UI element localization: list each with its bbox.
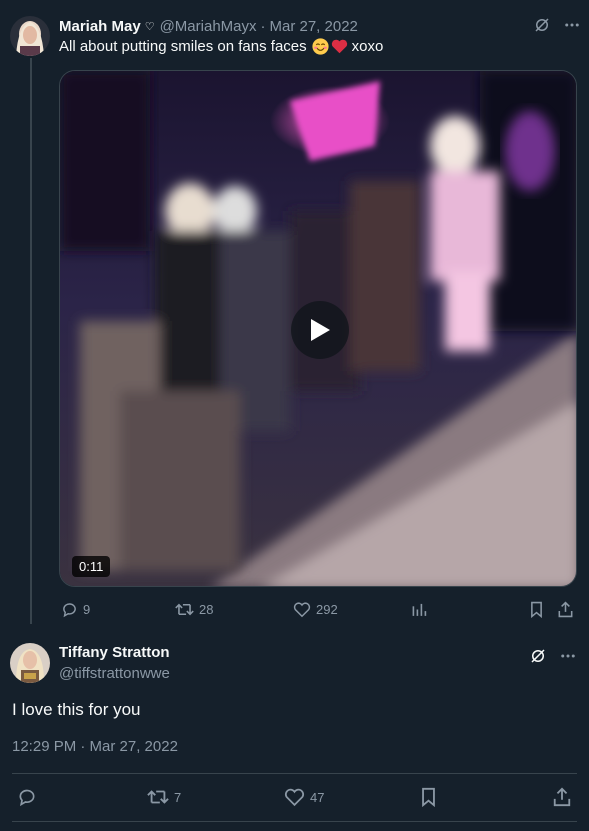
tiffany-avatar[interactable] <box>10 643 50 683</box>
play-icon <box>311 319 330 341</box>
main-like-action[interactable]: 47 <box>284 787 324 807</box>
bookmark-icon <box>422 787 435 807</box>
parent-top-icons <box>533 16 581 34</box>
main-author-name[interactable]: Tiffany Stratton <box>59 644 170 661</box>
views-icon <box>412 603 427 616</box>
parent-tweet-header: Mariah May ♡ @MariahMayx · Mar 27, 2022 <box>59 16 358 36</box>
views-action[interactable] <box>411 601 427 618</box>
tweet-text-suffix: xoxo <box>351 38 384 55</box>
more-icon[interactable] <box>563 16 581 34</box>
separator-dot: · <box>260 17 266 35</box>
share-icon <box>553 787 571 807</box>
main-like-count: 47 <box>310 789 325 805</box>
author-name[interactable]: Mariah May <box>59 18 141 35</box>
heart-icon <box>293 602 311 618</box>
reply-icon <box>19 789 35 807</box>
author-handle[interactable]: @MariahMayx <box>160 18 257 35</box>
play-button[interactable] <box>291 301 349 359</box>
retweet-action[interactable]: 28 <box>175 601 213 618</box>
mariah-avatar[interactable] <box>10 16 50 56</box>
reply-action[interactable]: 9 <box>61 601 90 618</box>
video-player[interactable] <box>59 70 577 587</box>
grok-icon[interactable] <box>533 16 551 34</box>
video-duration-badge: 0:11 <box>72 556 111 577</box>
main-retweet-action[interactable]: 7 <box>147 787 181 807</box>
smiling-face-icon <box>312 38 329 55</box>
divider <box>12 773 577 774</box>
tweet-date[interactable]: Mar 27, 2022 <box>270 18 358 35</box>
red-heart-icon <box>331 38 348 55</box>
main-author-handle[interactable]: @tiffstrattonwwe <box>59 665 170 682</box>
like-count: 292 <box>316 602 338 617</box>
share-icon <box>558 601 573 618</box>
divider <box>12 821 577 822</box>
grok-icon[interactable] <box>529 647 547 665</box>
bookmark-icon <box>531 601 542 618</box>
reply-count: 9 <box>83 602 91 617</box>
tweet-text-body: All about putting smiles on fans faces <box>59 38 307 55</box>
parent-tweet-text: All about putting smiles on fans faces x… <box>59 38 383 55</box>
reply-icon <box>63 603 76 618</box>
main-share-action[interactable] <box>552 787 572 807</box>
retweet-icon <box>175 603 194 616</box>
main-tweet-timestamp[interactable]: 12:29 PM · Mar 27, 2022 <box>12 738 178 755</box>
main-bookmark-action[interactable] <box>420 787 437 807</box>
like-action[interactable]: 292 <box>293 601 338 618</box>
name-badge: ♡ <box>144 20 155 33</box>
retweet-icon <box>147 790 169 804</box>
share-action[interactable] <box>557 601 574 618</box>
heart-icon <box>284 788 305 807</box>
main-retweet-count: 7 <box>174 789 182 805</box>
more-icon[interactable] <box>559 647 577 665</box>
retweet-count: 28 <box>199 602 214 617</box>
thread-connector-line <box>30 58 32 624</box>
main-tweet-text: I love this for you <box>12 700 141 719</box>
main-reply-action[interactable] <box>17 787 37 807</box>
bookmark-action[interactable] <box>529 601 544 618</box>
main-top-icons <box>529 647 577 665</box>
